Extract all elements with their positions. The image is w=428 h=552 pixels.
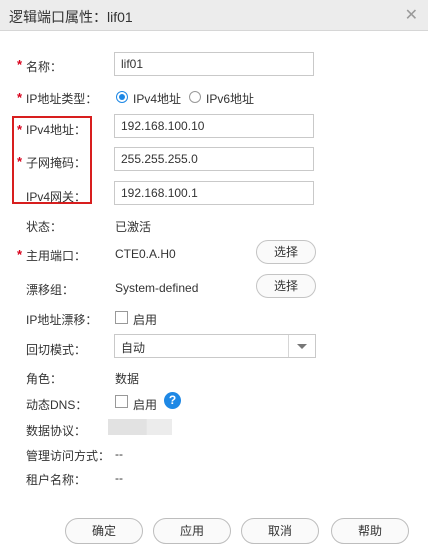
cancel-button[interactable]: 取消 <box>241 518 319 544</box>
status-label: 状态： <box>26 220 63 234</box>
ipv4-radio[interactable] <box>116 91 128 103</box>
ipv4-radio-label: IPv4地址 <box>133 92 182 106</box>
failover-group-label: 漂移组： <box>26 283 75 297</box>
ok-button[interactable]: 确定 <box>65 518 143 544</box>
dynamic-dns-checkbox-label: 启用 <box>133 398 158 412</box>
ipv6-radio[interactable] <box>189 91 201 103</box>
mgmt-access-value: -- <box>115 447 123 461</box>
data-protocol-label: 数据协议： <box>26 424 87 438</box>
mgmt-access-label: 管理访问方式： <box>26 449 111 463</box>
ipv6-radio-label: IPv6地址 <box>206 92 255 106</box>
required-mark: * <box>17 247 23 262</box>
home-port-select-button[interactable]: 选择 <box>256 240 316 264</box>
failback-mode-select[interactable]: 自动 <box>114 334 316 358</box>
ip-failover-checkbox-label: 启用 <box>133 313 158 327</box>
gateway-label: IPv4网关： <box>26 190 87 204</box>
ipv4-address-label: IPv4地址： <box>26 123 87 137</box>
ipv4-address-input[interactable] <box>114 114 314 138</box>
dynamic-dns-label: 动态DNS： <box>26 398 88 412</box>
required-mark: * <box>17 122 23 137</box>
failover-group-select-button[interactable]: 选择 <box>256 274 316 298</box>
required-mark: * <box>17 90 23 105</box>
name-input[interactable] <box>114 52 314 76</box>
name-label: 名称： <box>26 60 63 74</box>
redacted-value <box>108 419 172 435</box>
failover-group-value: System-defined <box>115 281 199 295</box>
ip-failover-label: IP地址漂移： <box>26 313 98 327</box>
failback-mode-value: 自动 <box>121 341 146 355</box>
dynamic-dns-checkbox[interactable] <box>115 395 128 408</box>
gateway-input[interactable] <box>114 181 314 205</box>
ip-type-label: IP地址类型： <box>26 92 98 106</box>
netmask-label: 子网掩码： <box>26 156 87 170</box>
role-label: 角色： <box>26 372 63 386</box>
help-button[interactable]: 帮助 <box>331 518 409 544</box>
tenant-name-value: -- <box>115 471 123 485</box>
home-port-label: 主用端口： <box>26 249 87 263</box>
dialog-title: 逻辑端口属性：lif01 <box>9 9 133 25</box>
failback-mode-label: 回切模式： <box>26 343 87 357</box>
chevron-down-icon <box>297 344 307 349</box>
home-port-value: CTE0.A.H0 <box>115 247 176 261</box>
tenant-name-label: 租户名称： <box>26 473 87 487</box>
netmask-input[interactable] <box>114 147 314 171</box>
role-value: 数据 <box>115 372 140 386</box>
dropdown-toggle[interactable] <box>288 335 315 357</box>
dialog-titlebar: 逻辑端口属性：lif01 ✕ <box>0 0 428 31</box>
help-icon[interactable]: ? <box>164 392 181 409</box>
close-icon[interactable]: ✕ <box>405 5 418 25</box>
required-mark: * <box>17 57 23 72</box>
required-mark: * <box>17 154 23 169</box>
status-value: 已激活 <box>115 220 152 234</box>
apply-button[interactable]: 应用 <box>153 518 231 544</box>
ip-failover-checkbox[interactable] <box>115 311 128 324</box>
